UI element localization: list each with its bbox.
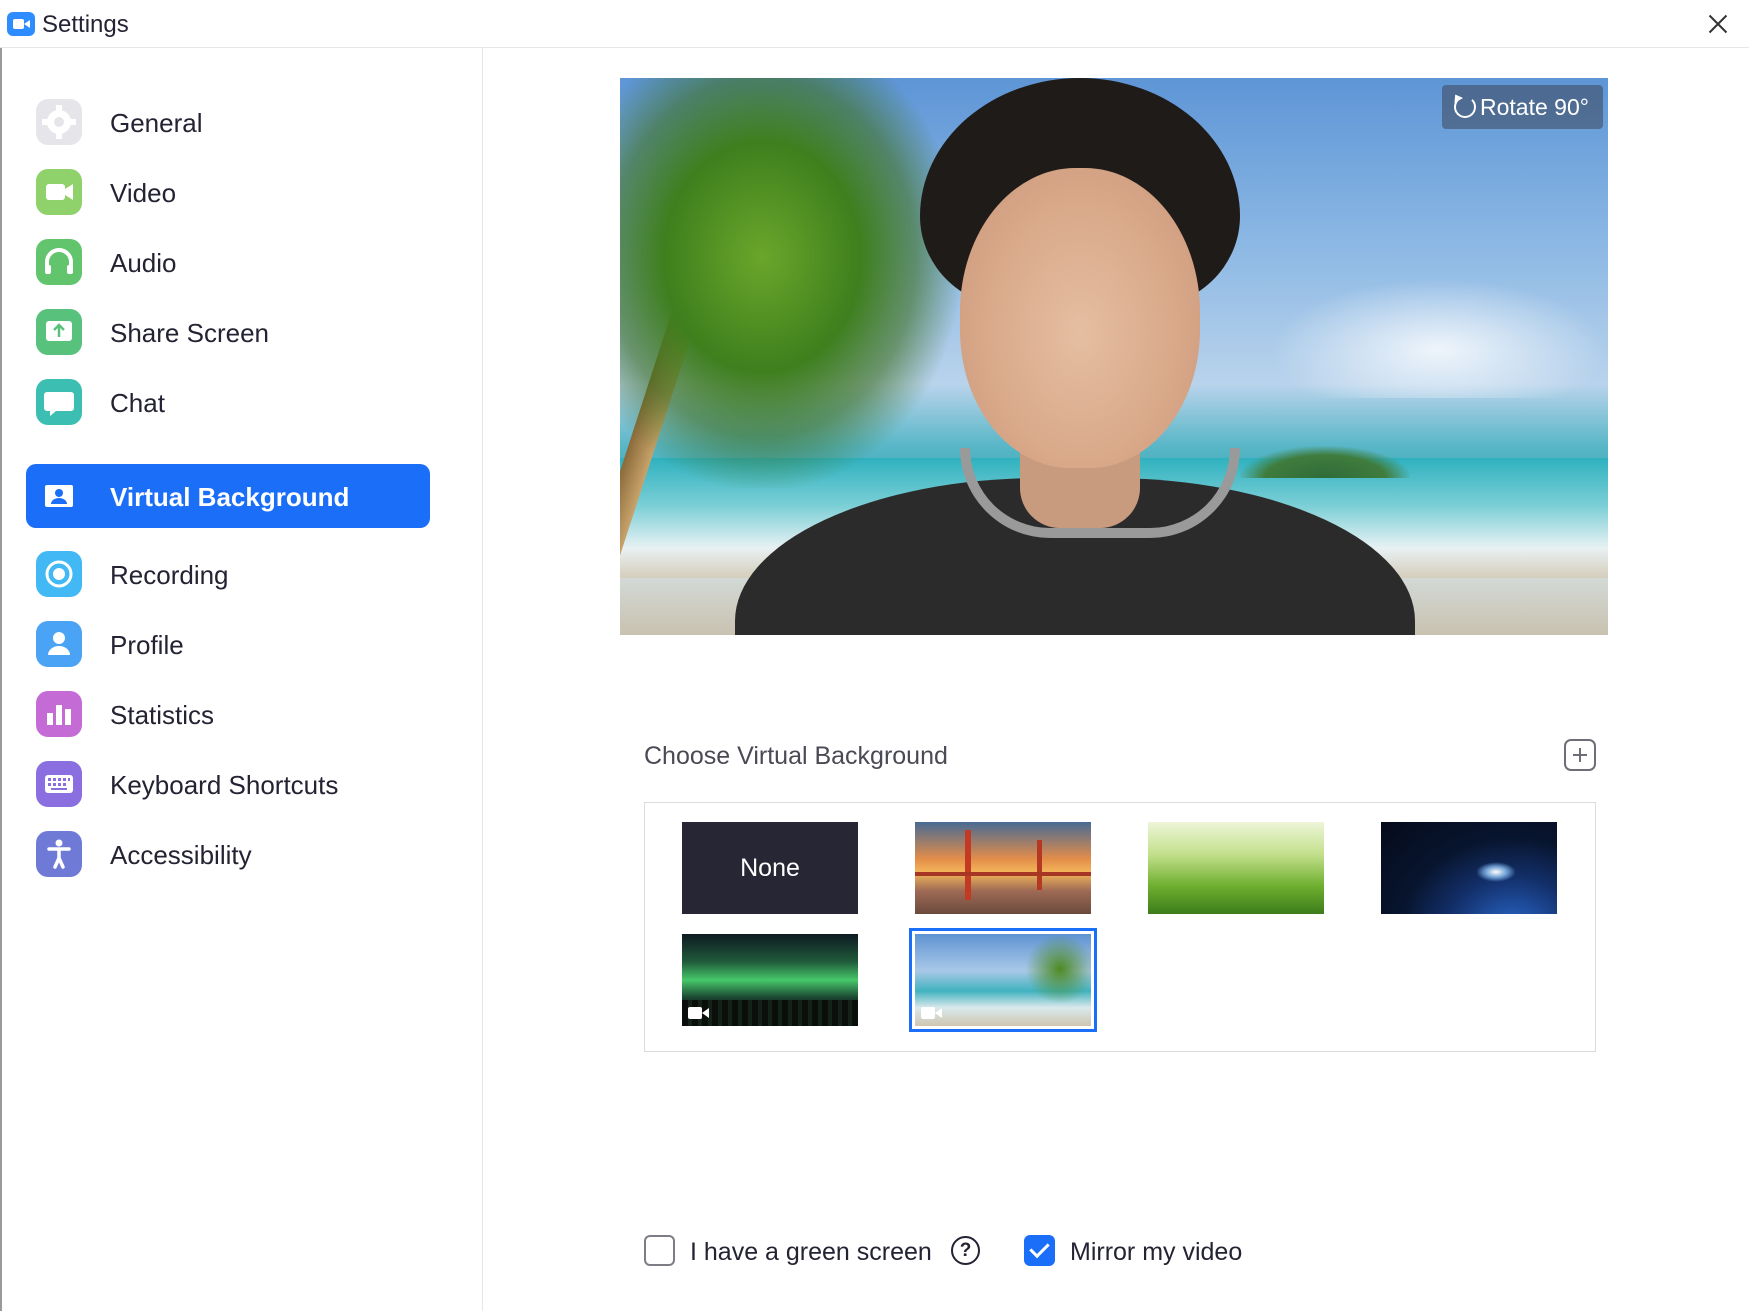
mirror-video-label[interactable]: Mirror my video <box>1070 1238 1242 1267</box>
sidebar-item-accessibility[interactable]: Accessibility <box>26 822 430 886</box>
background-gallery: None <box>644 802 1596 1052</box>
sidebar-item-label: Virtual Background <box>110 482 350 512</box>
title-bar: Settings <box>0 0 1749 48</box>
sidebar-item-keyboard-shortcuts[interactable]: Keyboard Shortcuts <box>26 752 430 816</box>
rotate-label: Rotate 90° <box>1480 94 1589 120</box>
sidebar-item-virtual-background[interactable]: Virtual Background <box>26 464 430 528</box>
background-label: None <box>740 854 800 882</box>
share-screen-icon <box>36 309 82 355</box>
portrait-icon <box>36 473 82 519</box>
chat-bubble-icon <box>36 379 82 425</box>
rotate-button[interactable]: Rotate 90° <box>1442 85 1603 129</box>
sidebar-item-label: Audio <box>110 248 177 278</box>
video-camera-icon <box>921 1006 943 1020</box>
sidebar-item-general[interactable]: General <box>26 90 430 154</box>
video-preview <box>620 78 1608 635</box>
sidebar-item-label: Keyboard Shortcuts <box>110 770 339 800</box>
settings-sidebar: General Video Audio Share Screen Chat Vi… <box>0 48 483 1311</box>
add-icon[interactable] <box>1564 739 1596 771</box>
mirror-video-checkbox[interactable] <box>1024 1235 1055 1266</box>
sidebar-item-chat[interactable]: Chat <box>26 370 430 434</box>
sidebar-item-label: Share Screen <box>110 318 269 348</box>
sidebar-item-statistics[interactable]: Statistics <box>26 682 430 746</box>
sidebar-item-label: Video <box>110 178 177 208</box>
zoom-camera-icon <box>7 12 35 36</box>
headphones-icon <box>36 239 82 285</box>
background-golden-gate[interactable] <box>915 822 1091 914</box>
video-camera-icon <box>36 169 82 215</box>
sidebar-item-label: Accessibility <box>110 840 252 870</box>
close-icon[interactable] <box>1700 6 1736 42</box>
sidebar-item-audio[interactable]: Audio <box>26 230 430 294</box>
bar-chart-icon <box>36 691 82 737</box>
user-icon <box>36 621 82 667</box>
rotate-icon <box>1454 96 1476 118</box>
sidebar-item-share-screen[interactable]: Share Screen <box>26 300 430 364</box>
green-screen-label[interactable]: I have a green screen <box>690 1238 932 1267</box>
background-grass[interactable] <box>1148 822 1324 914</box>
accessibility-icon <box>36 831 82 877</box>
gear-icon <box>36 99 82 145</box>
sidebar-item-label: Profile <box>110 630 184 660</box>
green-screen-checkbox[interactable] <box>644 1235 675 1266</box>
sidebar-item-label: Chat <box>110 388 165 418</box>
record-icon <box>36 551 82 597</box>
background-aurora[interactable] <box>682 934 858 1026</box>
sidebar-item-label: Recording <box>110 560 229 590</box>
sidebar-item-label: General <box>110 108 203 138</box>
background-earth[interactable] <box>1381 822 1557 914</box>
sidebar-item-label: Statistics <box>110 700 215 730</box>
keyboard-icon <box>36 761 82 807</box>
help-icon[interactable]: ? <box>951 1236 980 1265</box>
background-none[interactable]: None <box>682 822 858 914</box>
sidebar-item-recording[interactable]: Recording <box>26 542 430 606</box>
video-camera-icon <box>688 1006 710 1020</box>
sidebar-item-video[interactable]: Video <box>26 160 430 224</box>
choose-background-title: Choose Virtual Background <box>644 742 948 770</box>
window-title: Settings <box>42 11 129 38</box>
background-beach[interactable] <box>909 928 1097 1032</box>
sidebar-item-profile[interactable]: Profile <box>26 612 430 676</box>
